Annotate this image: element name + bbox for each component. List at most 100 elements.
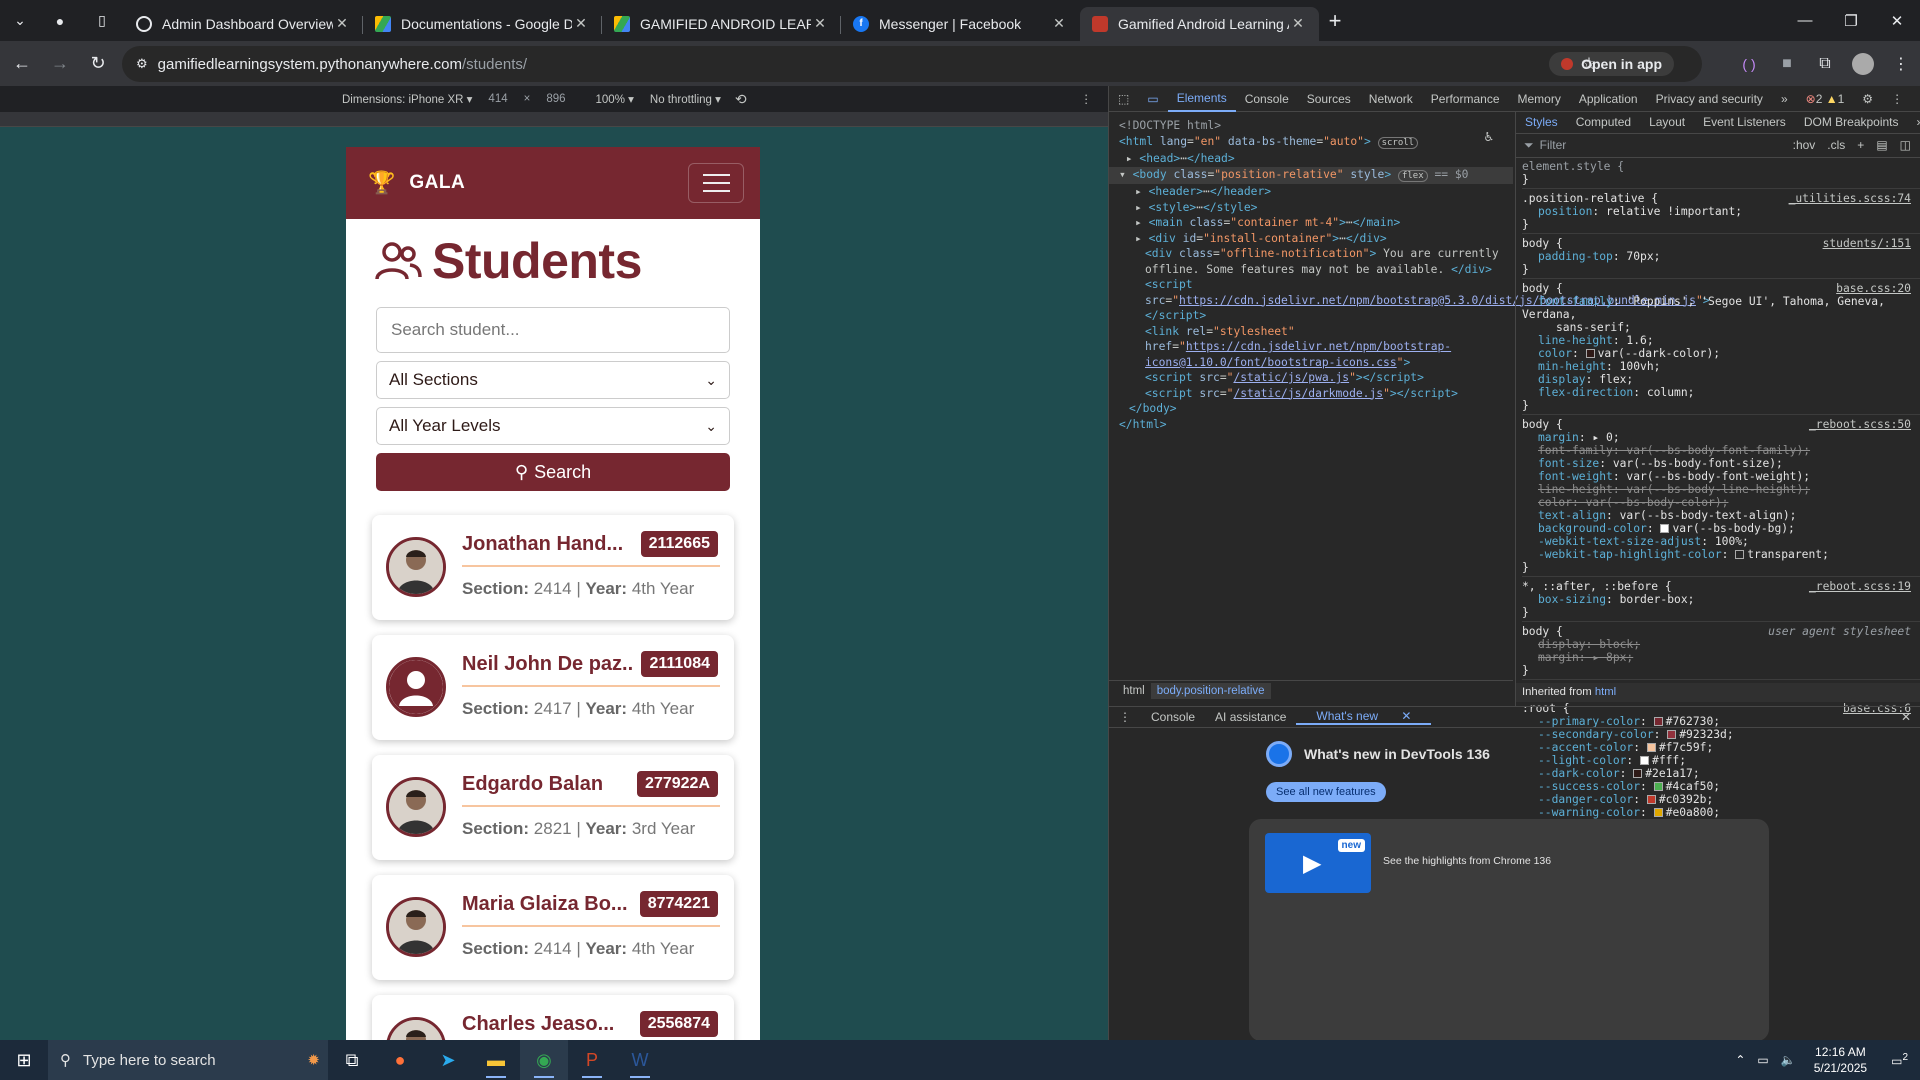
firefox-icon[interactable]: ● [376, 1040, 424, 1080]
student-search-input[interactable]: Search student... [376, 307, 730, 353]
restore-icon[interactable]: ❐ [1828, 0, 1874, 41]
close-tab-icon[interactable]: ✕ [572, 15, 590, 32]
device-toggle-icon[interactable]: ▭ [1138, 86, 1167, 112]
dom-tree[interactable]: <!DOCTYPE html> <html lang="en" data-bs-… [1109, 112, 1710, 680]
address-bar[interactable]: ⚙ gamifiedlearningsystem.pythonanywhere.… [122, 46, 1702, 82]
word-icon[interactable]: W [616, 1040, 664, 1080]
chrome-icon[interactable]: ◉ [520, 1040, 568, 1080]
student-name[interactable]: Charles Jeaso... [462, 1013, 632, 1036]
tray-expand-icon[interactable]: ⌃ [1735, 1053, 1745, 1067]
tab-gamified-doc[interactable]: GAMIFIED ANDROID LEARNING ✕ [602, 7, 841, 41]
extensions-puzzle-icon[interactable]: ⧉ [1806, 55, 1844, 73]
open-in-app-button[interactable]: Open in app [1549, 52, 1674, 76]
breadcrumb-body[interactable]: body.position-relative [1150, 682, 1271, 699]
bookmark-star-icon[interactable]: ☆ [1570, 54, 1608, 74]
tab-styles[interactable]: Styles [1516, 116, 1567, 129]
inspect-element-icon[interactable]: ⬚ [1109, 86, 1138, 112]
device-width-input[interactable]: 414 [488, 93, 507, 105]
forward-icon[interactable]: → [42, 46, 78, 82]
volume-icon[interactable]: 🔈 [1781, 1053, 1796, 1067]
extension-a-icon[interactable]: ( ) [1730, 56, 1768, 72]
student-card[interactable]: Edgardo Balan 277922A Section: 2821 | Year… [372, 755, 734, 860]
throttle-select[interactable]: No throttling ▾ [650, 92, 721, 106]
styles-filter-input[interactable]: ⏷ Filter :hov .cls + ▤ ◫ [1516, 134, 1920, 158]
tab-gamified-app[interactable]: Gamified Android Learning App ✕ [1080, 6, 1319, 41]
tab-google-drive[interactable]: Documentations - Google Drive ✕ [363, 7, 602, 41]
settings-gear-icon[interactable]: ⚙ [1853, 86, 1882, 112]
github-icon[interactable]: ● [40, 1, 80, 41]
windows-start-icon[interactable]: ⊞ [0, 1040, 48, 1080]
network-icon[interactable]: ▭ [1757, 1053, 1768, 1067]
close-tab-icon[interactable]: ✕ [1050, 15, 1068, 32]
student-name[interactable]: Jonathan Hand... [462, 533, 632, 556]
tab-placeholder[interactable]: ▯ [80, 1, 124, 41]
close-devtools-icon[interactable]: ✕ [1912, 86, 1920, 112]
back-icon[interactable]: ← [4, 46, 40, 82]
student-card[interactable]: Charles Jeaso... 2556874 [372, 995, 734, 1040]
profile-avatar[interactable] [1844, 52, 1882, 75]
rotate-icon[interactable]: ⟲ [735, 91, 747, 108]
device-height-input[interactable]: 896 [546, 93, 565, 105]
tab-privacy-security[interactable]: Privacy and security [1647, 86, 1772, 112]
tab-elements[interactable]: Elements [1167, 86, 1236, 112]
close-drawer-icon[interactable]: ✕ [1891, 710, 1920, 724]
reload-icon[interactable]: ↻ [80, 46, 116, 82]
zoom-select[interactable]: 100% ▾ [596, 92, 634, 106]
close-window-icon[interactable]: ✕ [1874, 0, 1920, 41]
hov-toggle[interactable]: :hov [1793, 139, 1816, 152]
tab-memory[interactable]: Memory [1509, 86, 1570, 112]
highlights-card[interactable]: new ▶ See the highlights from Chrome 136 [1249, 819, 1769, 1041]
accessibility-icon[interactable]: ♿ [1485, 129, 1493, 146]
tab-performance[interactable]: Performance [1422, 86, 1509, 112]
close-tab-icon[interactable]: ✕ [1289, 15, 1307, 32]
section-select[interactable]: All Sections ⌄ [376, 361, 730, 399]
breadcrumb-html[interactable]: html [1117, 683, 1151, 699]
tab-sources[interactable]: Sources [1298, 86, 1360, 112]
browser-menu-icon[interactable]: ⋮ [1882, 54, 1920, 74]
add-rule-icon[interactable]: + [1857, 139, 1864, 152]
more-styles-tabs-icon[interactable]: » [1908, 116, 1920, 129]
drawer-tab-console[interactable]: Console [1141, 710, 1205, 724]
device-more-icon[interactable]: ⋮ [1081, 92, 1093, 106]
brand-name[interactable]: GALA [409, 172, 465, 194]
student-name[interactable]: Maria Glaiza Bo... [462, 893, 632, 916]
devtools-menu-icon[interactable]: ⋮ [1882, 86, 1912, 112]
student-name[interactable]: Neil John De paz... [462, 653, 632, 676]
tab-layout[interactable]: Layout [1640, 116, 1694, 129]
drawer-tab-whats-new[interactable]: What's new ✕ [1296, 709, 1432, 725]
student-card[interactable]: Maria Glaiza Bo... 8774221 Section: 2414 |… [372, 875, 734, 980]
tab-admin-dashboard[interactable]: Admin Dashboard Overview ✕ [124, 7, 363, 41]
site-info-icon[interactable]: ⚙ [136, 56, 148, 72]
see-all-features-button[interactable]: See all new features [1266, 782, 1386, 802]
tab-search-icon[interactable]: ⌄ [0, 1, 40, 41]
tab-application[interactable]: Application [1570, 86, 1647, 112]
cls-toggle[interactable]: .cls [1827, 139, 1845, 152]
paint-icon[interactable]: ▤ [1876, 139, 1887, 152]
extension-b-icon[interactable]: ■ [1768, 55, 1806, 73]
taskbar-search-input[interactable]: ⚲ Type here to search ✹ [48, 1040, 328, 1080]
tab-computed[interactable]: Computed [1567, 116, 1640, 129]
media-query-ruler[interactable] [0, 112, 1108, 127]
task-view-icon[interactable]: ⧉ [328, 1040, 376, 1080]
tab-messenger[interactable]: f Messenger | Facebook ✕ [841, 7, 1080, 41]
sidebar-toggle-icon[interactable]: ◫ [1900, 139, 1911, 152]
error-count-badge[interactable]: ⊗ 2 ▲ 1 [1797, 86, 1854, 112]
telegram-icon[interactable]: ➤ [424, 1040, 472, 1080]
minimize-icon[interactable]: — [1782, 0, 1828, 41]
tab-dom-breakpoints[interactable]: DOM Breakpoints [1795, 116, 1908, 129]
more-tabs-icon[interactable]: » [1772, 86, 1797, 112]
close-tab-icon[interactable]: ✕ [811, 15, 829, 32]
close-tab-icon[interactable]: ✕ [333, 15, 351, 32]
tab-console[interactable]: Console [1236, 86, 1298, 112]
file-explorer-icon[interactable]: ▬ [472, 1040, 520, 1080]
highlights-video-thumbnail[interactable]: new ▶ [1265, 833, 1371, 893]
drawer-menu-icon[interactable]: ⋮ [1109, 710, 1141, 724]
year-level-select[interactable]: All Year Levels ⌄ [376, 407, 730, 445]
new-tab-icon[interactable]: + [1319, 8, 1351, 34]
notification-center-icon[interactable]: ▭2 [1891, 1052, 1908, 1068]
hamburger-menu-button[interactable] [688, 163, 744, 203]
search-button[interactable]: ⚲ Search [376, 453, 730, 491]
student-card[interactable]: Neil John De paz... 2111084 Section: 2417 … [372, 635, 734, 740]
powerpoint-icon[interactable]: P [568, 1040, 616, 1080]
drawer-tab-ai-assistance[interactable]: AI assistance [1205, 710, 1296, 724]
